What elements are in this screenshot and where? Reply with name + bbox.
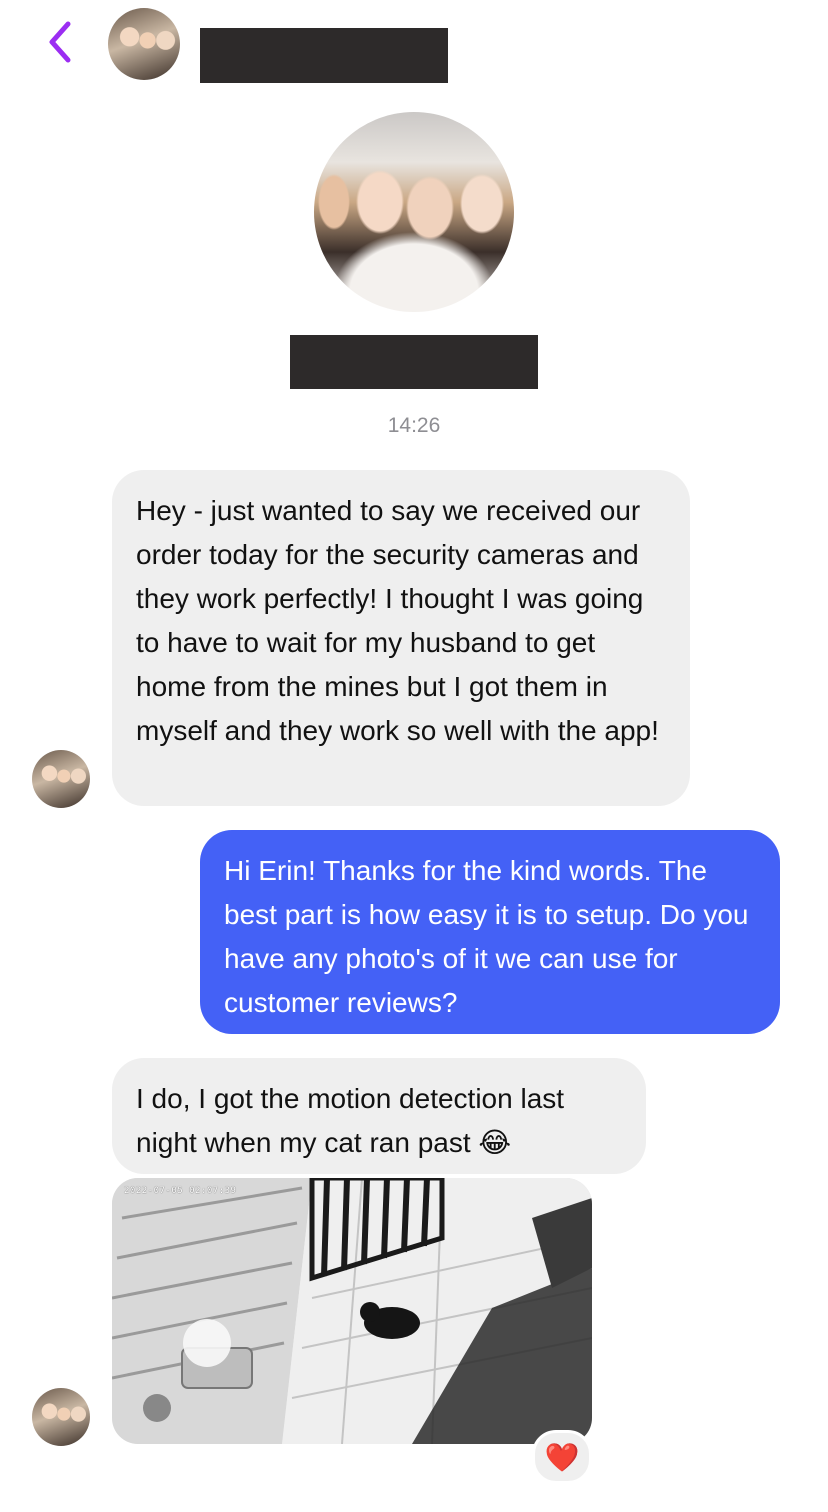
camera-timestamp: 2022-07-05 02:07:39 bbox=[124, 1186, 237, 1196]
message-text: Hey - just wanted to say we received our… bbox=[136, 495, 659, 746]
back-button[interactable] bbox=[40, 20, 80, 64]
redacted-profile-name bbox=[290, 335, 538, 389]
chat-screen: 14:26 Hey - just wanted to say we receiv… bbox=[0, 0, 828, 1512]
security-camera-image bbox=[112, 1178, 592, 1444]
message-text: Hi Erin! Thanks for the kind words. The … bbox=[224, 855, 749, 1018]
heart-reaction[interactable]: ❤️ bbox=[532, 1430, 592, 1484]
sender-avatar[interactable] bbox=[32, 1388, 90, 1446]
profile-avatar[interactable] bbox=[314, 112, 514, 312]
chevron-left-icon bbox=[49, 21, 71, 63]
sender-avatar[interactable] bbox=[32, 750, 90, 808]
incoming-message-bubble[interactable]: Hey - just wanted to say we received our… bbox=[112, 470, 690, 806]
header-avatar[interactable] bbox=[108, 8, 180, 80]
redacted-contact-name bbox=[200, 28, 448, 83]
outgoing-message-bubble[interactable]: Hi Erin! Thanks for the kind words. The … bbox=[200, 830, 780, 1034]
photo-attachment[interactable]: 2022-07-05 02:07:39 bbox=[112, 1178, 592, 1444]
message-timestamp: 14:26 bbox=[387, 414, 441, 437]
incoming-message-bubble[interactable]: I do, I got the motion detection last ni… bbox=[112, 1058, 646, 1174]
laughing-emoji: 😂 bbox=[478, 1126, 512, 1159]
